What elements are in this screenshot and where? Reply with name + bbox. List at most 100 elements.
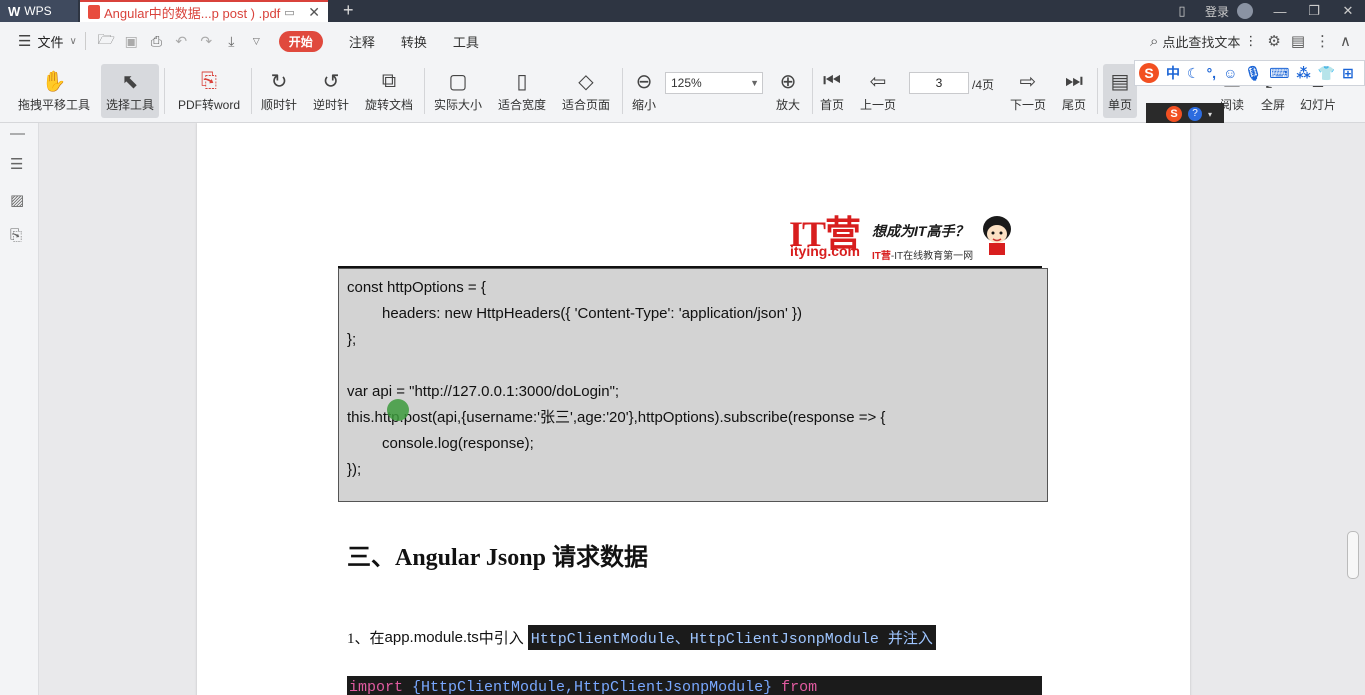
- wps-tab-label: WPS: [24, 4, 52, 18]
- code-identifiers: {HttpClientModule,HttpClientJsonpModule}: [403, 679, 782, 695]
- tab-convert[interactable]: 转换: [401, 32, 427, 51]
- export-icon[interactable]: ⤓: [219, 33, 244, 50]
- code-line: console.log(response);: [382, 435, 534, 452]
- zoom-in-icon: ⊕: [779, 70, 797, 93]
- close-tab-icon[interactable]: ✕: [308, 4, 320, 21]
- document-viewport[interactable]: IT营 itying.com 想成为IT高手？ IT营-IT在线教育第一网 co…: [39, 123, 1365, 695]
- ime-language-toggle[interactable]: 中: [1166, 63, 1180, 83]
- section-heading: 三、Angular Jsonp 请求数据: [347, 545, 648, 571]
- tool-zoom-in[interactable]: ⊕ 放大: [771, 64, 805, 118]
- cursor-icon: ⬉: [121, 70, 139, 93]
- chevron-down-icon[interactable]: ∨: [69, 36, 76, 47]
- print-icon[interactable]: ⎙: [144, 33, 169, 50]
- tool-label: 首页: [819, 98, 844, 112]
- microphone-icon[interactable]: 🎙: [1244, 65, 1262, 82]
- tool-label: 单页: [1107, 98, 1132, 112]
- code-line: var api = "http://127.0.0.1:3000/doLogin…: [347, 383, 620, 400]
- avatar[interactable]: [1237, 3, 1253, 19]
- logo-sub-brand: IT营: [872, 251, 891, 262]
- logo-site-text: itying.com: [790, 243, 861, 259]
- tool-pan[interactable]: ✋ 拖拽平移工具: [16, 64, 92, 118]
- vertical-scrollbar-thumb[interactable]: [1347, 531, 1359, 579]
- restore-icon[interactable]: ❐: [1297, 3, 1331, 19]
- zoom-select[interactable]: 125% ▼: [665, 72, 763, 94]
- rotate-doc-icon: ⧉: [381, 69, 397, 92]
- hamburger-menu-icon[interactable]: ☰: [18, 32, 31, 50]
- document-tab[interactable]: Angular中的数据...p post ) .pdf ▭ ✕: [80, 0, 328, 22]
- keyboard-icon[interactable]: ⌨: [1269, 65, 1289, 82]
- login-link[interactable]: 登录: [1205, 3, 1229, 20]
- new-tab-button[interactable]: +: [343, 0, 354, 22]
- tools-icon[interactable]: ⁂: [1296, 65, 1310, 82]
- single-page-icon: ▤: [1110, 70, 1130, 93]
- moon-icon[interactable]: ☾: [1187, 65, 1200, 82]
- first-page-icon: ⏮: [823, 69, 841, 92]
- tool-fit-width[interactable]: ▯ 适合宽度: [494, 64, 550, 118]
- chevron-down-icon[interactable]: ▾: [1208, 110, 1212, 119]
- wps-logo-icon: W: [8, 3, 21, 19]
- tool-zoom-out[interactable]: ⊖ 缩小: [627, 64, 661, 118]
- gear-icon[interactable]: ⚙: [1267, 32, 1280, 50]
- minimize-icon[interactable]: —: [1263, 4, 1297, 19]
- tool-last-page[interactable]: ⏭ 尾页: [1058, 64, 1090, 118]
- outline-icon[interactable]: ☰: [10, 155, 23, 173]
- more-vertical-icon[interactable]: ⋮: [1244, 33, 1257, 49]
- find-text-button[interactable]: ⌕ 点此查找文本 ⋮: [1150, 32, 1257, 51]
- tool-actual-size[interactable]: ▢ 实际大小: [430, 64, 486, 118]
- sogou-logo-icon[interactable]: S: [1139, 63, 1159, 83]
- redo-icon[interactable]: ↷: [194, 33, 219, 50]
- attachment-icon[interactable]: ⎘: [10, 227, 22, 244]
- open-folder-icon[interactable]: 🗁: [94, 29, 119, 53]
- tool-next-page[interactable]: ⇨ 下一页: [1006, 64, 1050, 118]
- tool-label: 适合宽度: [497, 98, 546, 112]
- divider: [84, 32, 86, 50]
- tab-start[interactable]: 开始: [278, 30, 323, 52]
- tool-prev-page[interactable]: ⇦ 上一页: [856, 64, 900, 118]
- logo-sub-rest: -IT在线教育第一网: [890, 251, 974, 262]
- tool-pdf-to-word[interactable]: ⎘ PDF转word: [174, 64, 244, 118]
- wps-home-tab[interactable]: W WPS: [0, 0, 78, 22]
- undo-icon[interactable]: ↶: [169, 33, 194, 50]
- rotate-ccw-icon: ↺: [322, 70, 340, 93]
- tool-fit-page[interactable]: ◇ 适合页面: [558, 64, 614, 118]
- divider: [1097, 68, 1098, 114]
- quick-access-caret-icon[interactable]: ▽: [244, 36, 269, 47]
- save-icon[interactable]: ▣: [119, 33, 144, 50]
- help-icon[interactable]: ?: [1188, 107, 1202, 121]
- more-vertical-icon[interactable]: ⋮: [1315, 32, 1330, 50]
- code-line: const httpOptions = {: [347, 279, 486, 296]
- close-window-icon[interactable]: ✕: [1331, 3, 1365, 19]
- zoom-out-icon: ⊖: [635, 70, 653, 93]
- thumbnail-icon[interactable]: ▨: [10, 191, 24, 209]
- tool-rotate-doc[interactable]: ⧉ 旋转文档: [362, 64, 416, 118]
- tab-annotate[interactable]: 注释: [349, 32, 375, 51]
- find-text-label: 点此查找文本: [1162, 34, 1241, 50]
- tab-tools[interactable]: 工具: [453, 32, 479, 51]
- chevron-down-icon[interactable]: ▼: [750, 78, 759, 88]
- tool-rotate-cw[interactable]: ↻ 顺时针: [257, 64, 301, 118]
- code-keyword: from: [781, 679, 818, 695]
- tool-first-page[interactable]: ⏮ 首页: [816, 64, 848, 118]
- page-number-input[interactable]: 3: [909, 72, 969, 94]
- divider: [622, 68, 623, 114]
- menu-bar: ☰ 文件 ∨ 🗁 ▣ ⎙ ↶ ↷ ⤓ ▽ 开始 注释 转换 工具 ⌕ 点此查找文…: [0, 22, 1365, 61]
- screen-icon[interactable]: ▭: [284, 6, 294, 19]
- grid-icon[interactable]: ⊞: [1342, 65, 1354, 82]
- file-menu[interactable]: 文件: [37, 32, 63, 51]
- code-block[interactable]: const httpOptions = { headers: new HttpH…: [338, 266, 1048, 502]
- tool-label: 逆时针: [312, 98, 349, 112]
- tool-single-page[interactable]: ▤ 单页: [1103, 64, 1137, 118]
- collapse-ribbon-icon[interactable]: ∧: [1340, 32, 1351, 50]
- para-prefix: 1、在: [347, 631, 385, 647]
- ime-toolbar: S 中 ☾ °, ☺ 🎙 ⌨ ⁂ 👕 ⊞: [1134, 60, 1365, 86]
- skin-icon[interactable]: 👕: [1318, 65, 1335, 82]
- drag-handle-icon[interactable]: —: [10, 125, 25, 142]
- tool-select[interactable]: ⬉ 选择工具: [101, 64, 159, 118]
- tool-rotate-ccw[interactable]: ↺ 逆时针: [309, 64, 353, 118]
- feedback-icon[interactable]: ▤: [1291, 32, 1305, 50]
- window-layout-icon[interactable]: ▯: [1165, 3, 1199, 19]
- punctuation-icon[interactable]: °,: [1207, 65, 1217, 81]
- code-line: headers: new HttpHeaders({ 'Content-Type…: [382, 305, 803, 322]
- sogou-small-icon[interactable]: S: [1166, 106, 1182, 122]
- emoji-icon[interactable]: ☺: [1223, 65, 1237, 81]
